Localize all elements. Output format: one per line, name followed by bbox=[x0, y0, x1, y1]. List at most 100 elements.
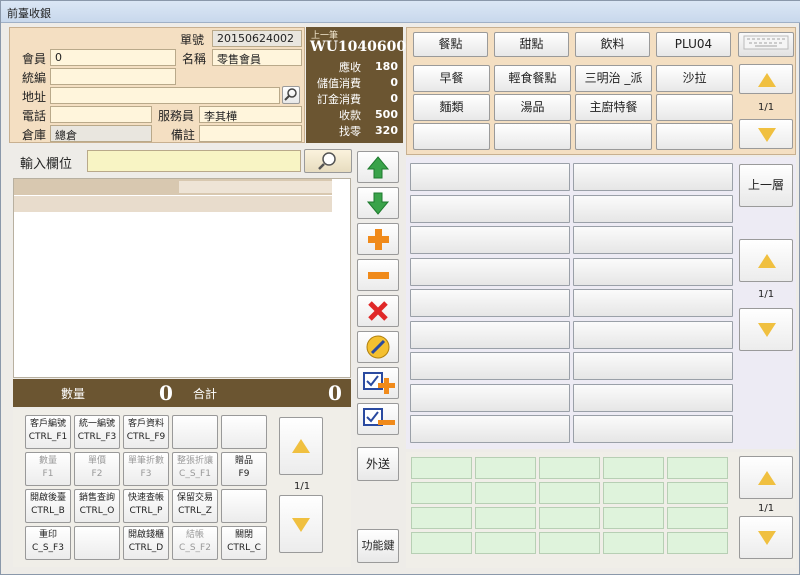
fkey-page-up-button[interactable] bbox=[279, 417, 323, 475]
keypad-key[interactable] bbox=[667, 532, 728, 554]
takeout-button[interactable]: 外送 bbox=[357, 447, 399, 481]
function-key[interactable]: 數量 F1 bbox=[25, 452, 71, 486]
function-key[interactable] bbox=[74, 526, 120, 560]
keypad-key[interactable] bbox=[475, 482, 536, 504]
keypad-key[interactable] bbox=[539, 507, 600, 529]
function-key[interactable]: 客戶資料 CTRL_F9 bbox=[123, 415, 169, 449]
function-key[interactable]: 銷售查詢 CTRL_O bbox=[74, 489, 120, 523]
product-button[interactable] bbox=[573, 383, 733, 412]
category-item[interactable] bbox=[575, 123, 652, 150]
keypad-key[interactable] bbox=[667, 457, 728, 479]
category-item[interactable] bbox=[656, 94, 733, 121]
product-button[interactable] bbox=[573, 194, 733, 223]
phone-field[interactable] bbox=[50, 106, 152, 123]
keypad-key[interactable] bbox=[539, 482, 600, 504]
category-item[interactable] bbox=[656, 123, 733, 150]
move-down-button[interactable] bbox=[357, 187, 399, 219]
add-item-button[interactable] bbox=[357, 367, 399, 399]
remove-item-button[interactable] bbox=[357, 403, 399, 435]
function-key[interactable] bbox=[221, 415, 267, 449]
category-tab[interactable]: 餐點 bbox=[413, 32, 488, 57]
edit-button[interactable] bbox=[357, 331, 399, 363]
staff-field[interactable]: 李其樺 bbox=[199, 106, 302, 123]
product-button[interactable] bbox=[573, 226, 733, 254]
keypad-key[interactable] bbox=[667, 482, 728, 504]
product-button[interactable] bbox=[410, 383, 570, 412]
keypad-key[interactable] bbox=[667, 507, 728, 529]
product-button[interactable] bbox=[410, 415, 570, 443]
product-button[interactable] bbox=[573, 320, 733, 349]
category-tab[interactable]: 飲料 bbox=[575, 32, 650, 57]
category-item[interactable] bbox=[494, 123, 571, 150]
bottom-page-up-button[interactable] bbox=[739, 456, 793, 499]
product-button[interactable] bbox=[410, 194, 570, 223]
function-key[interactable]: 開啟錢櫃 CTRL_D bbox=[123, 526, 169, 560]
function-key[interactable]: 保留交易 CTRL_Z bbox=[172, 489, 218, 523]
address-search-button[interactable] bbox=[282, 86, 300, 104]
category-item[interactable]: 輕食餐點 bbox=[494, 65, 571, 92]
product-button[interactable] bbox=[410, 226, 570, 254]
item-list[interactable] bbox=[13, 178, 351, 378]
function-key[interactable] bbox=[172, 415, 218, 449]
product-button[interactable] bbox=[410, 289, 570, 317]
keypad-key[interactable] bbox=[539, 532, 600, 554]
category-item[interactable]: 沙拉 bbox=[656, 65, 733, 92]
function-key[interactable]: 單筆折數 F3 bbox=[123, 452, 169, 486]
keypad-key[interactable] bbox=[411, 532, 472, 554]
product-button[interactable] bbox=[573, 415, 733, 443]
function-key[interactable]: 開啟後臺 CTRL_B bbox=[25, 489, 71, 523]
function-key[interactable]: 客戶編號 CTRL_F1 bbox=[25, 415, 71, 449]
function-key[interactable]: 重印 C_S_F3 bbox=[25, 526, 71, 560]
function-key[interactable]: 快速查帳 CTRL_P bbox=[123, 489, 169, 523]
category-item[interactable]: 早餐 bbox=[413, 65, 490, 92]
function-key[interactable]: 整張折讓 C_S_F1 bbox=[172, 452, 218, 486]
keypad-key[interactable] bbox=[475, 457, 536, 479]
function-key[interactable]: 贈品 F9 bbox=[221, 452, 267, 486]
increase-button[interactable] bbox=[357, 223, 399, 255]
name-field[interactable]: 零售會員 bbox=[212, 49, 302, 66]
address-field[interactable] bbox=[50, 87, 280, 104]
keyboard-button[interactable] bbox=[738, 32, 794, 57]
product-button[interactable] bbox=[410, 163, 570, 191]
category-item[interactable]: 三明治 _派 bbox=[575, 65, 652, 92]
keypad-key[interactable] bbox=[411, 457, 472, 479]
category-page-down-button[interactable] bbox=[739, 119, 793, 149]
category-tab[interactable]: 甜點 bbox=[494, 32, 569, 57]
product-button[interactable] bbox=[410, 257, 570, 286]
category-page-up-button[interactable] bbox=[739, 64, 793, 94]
function-key[interactable]: 單價 F2 bbox=[74, 452, 120, 486]
category-item[interactable]: 麵類 bbox=[413, 94, 490, 121]
product-page-up-button[interactable] bbox=[739, 239, 793, 282]
input-search-button[interactable] bbox=[304, 149, 352, 173]
keypad-key[interactable] bbox=[539, 457, 600, 479]
category-item[interactable]: 主廚特餐 bbox=[575, 94, 652, 121]
delete-button[interactable] bbox=[357, 295, 399, 327]
keypad-key[interactable] bbox=[603, 507, 664, 529]
keypad-key[interactable] bbox=[603, 457, 664, 479]
category-item[interactable] bbox=[413, 123, 490, 150]
keypad-key[interactable] bbox=[475, 507, 536, 529]
category-item[interactable]: 湯品 bbox=[494, 94, 571, 121]
keypad-key[interactable] bbox=[411, 507, 472, 529]
product-button[interactable] bbox=[410, 352, 570, 380]
category-tab[interactable]: PLU04 bbox=[656, 32, 731, 57]
product-button[interactable] bbox=[573, 257, 733, 286]
tax-id-field[interactable] bbox=[50, 68, 176, 85]
bottom-page-down-button[interactable] bbox=[739, 516, 793, 559]
product-button[interactable] bbox=[573, 289, 733, 317]
decrease-button[interactable] bbox=[357, 259, 399, 291]
function-key-button[interactable]: 功能鍵 bbox=[357, 529, 399, 563]
function-key[interactable]: 統一編號 CTRL_F3 bbox=[74, 415, 120, 449]
prev-level-button[interactable]: 上一層 bbox=[739, 164, 793, 207]
keypad-key[interactable] bbox=[603, 482, 664, 504]
fkey-page-down-button[interactable] bbox=[279, 495, 323, 553]
product-button[interactable] bbox=[573, 352, 733, 380]
function-key[interactable]: 結帳 C_S_F2 bbox=[172, 526, 218, 560]
member-field[interactable]: 0 bbox=[50, 49, 176, 66]
function-key[interactable] bbox=[221, 489, 267, 523]
keypad-key[interactable] bbox=[603, 532, 664, 554]
product-button[interactable] bbox=[410, 320, 570, 349]
keypad-key[interactable] bbox=[411, 482, 472, 504]
keypad-key[interactable] bbox=[475, 532, 536, 554]
note-field[interactable] bbox=[199, 125, 302, 142]
